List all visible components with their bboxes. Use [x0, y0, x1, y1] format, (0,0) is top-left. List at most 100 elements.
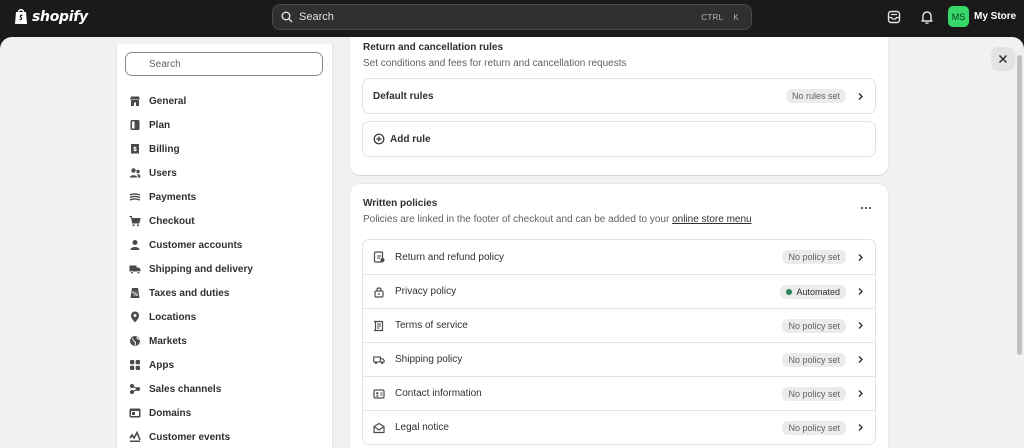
returns-card-title: Return and cancellation rules — [363, 42, 504, 53]
policy-label: Return and refund policy — [395, 251, 504, 263]
plan-icon — [130, 120, 140, 130]
add-rule-button[interactable]: Add rule — [363, 122, 875, 156]
billing-icon: $ — [131, 144, 139, 154]
truck-icon — [129, 265, 141, 275]
sidebar-item-label: Users — [149, 167, 177, 179]
sidebar-item-label: Checkout — [149, 215, 195, 227]
chevron-right-icon — [858, 390, 863, 397]
close-settings-button[interactable] — [991, 47, 1015, 71]
status-badge: No policy set — [782, 250, 846, 264]
online-store-menu-link[interactable]: online store menu — [672, 214, 752, 225]
truck-icon — [373, 355, 385, 364]
policy-row-terms[interactable]: Terms of service No policy set — [363, 308, 875, 342]
payments-icon — [129, 193, 141, 201]
global-search-placeholder: Search — [299, 11, 334, 23]
sidebar-item-label: Shipping and delivery — [149, 263, 253, 275]
policy-label: Privacy policy — [395, 286, 457, 297]
sidebar-item-domains[interactable]: Domains — [129, 401, 324, 425]
sidebar-item-label: Customer events — [149, 431, 231, 443]
status-badge: No policy set — [782, 352, 846, 367]
sidebar-item-taxes[interactable]: % Taxes and duties — [129, 281, 324, 305]
sidebar-item-billing[interactable]: $ Billing — [129, 137, 324, 161]
sidebar-item-label: Billing — [149, 143, 180, 155]
policies-card-description: Policies are linked in the footer of che… — [363, 214, 752, 225]
shortcut-ctrl: CTRL — [701, 12, 724, 22]
shopify-logo[interactable]: shopify — [14, 8, 88, 25]
person-icon — [130, 240, 140, 250]
sidebar-item-apps[interactable]: Apps — [129, 353, 324, 377]
sidebar-item-general[interactable]: General — [129, 89, 324, 113]
chevron-right-icon — [858, 253, 863, 261]
apps-icon — [130, 360, 140, 370]
policy-label: Legal notice — [395, 422, 449, 433]
location-icon — [131, 311, 139, 323]
policy-row-privacy[interactable]: Privacy policy Automated — [363, 274, 875, 308]
shopify-bag-icon — [15, 9, 27, 24]
sidebar-item-label: Domains — [149, 407, 192, 419]
more-horizontal-icon[interactable] — [860, 206, 872, 210]
channels-icon — [130, 384, 140, 394]
cart-icon — [129, 216, 141, 227]
sidebar-item-shipping[interactable]: Shipping and delivery — [129, 257, 324, 281]
sidebar-item-customer-events[interactable]: Customer events — [129, 425, 324, 448]
policies-description-text: Policies are linked in the footer of che… — [363, 214, 670, 225]
sidebar-item-label: Locations — [149, 311, 197, 323]
written-policies-card: Written policies Policies are linked in … — [350, 184, 888, 448]
globe-icon — [130, 336, 140, 346]
returns-card-description: Set conditions and fees for return and c… — [363, 58, 627, 69]
tax-icon: % — [130, 288, 140, 298]
events-icon — [129, 431, 141, 442]
settings-nav: General Plan $ Billing Users Payments Ch… — [129, 89, 324, 448]
settings-sidebar: Search General Plan $ Billing Users Paym… — [116, 44, 333, 448]
sidebar-item-label: Customer accounts — [149, 239, 243, 251]
settings-search-input[interactable]: Search — [125, 52, 323, 76]
sidebar-item-users[interactable]: Users — [129, 161, 324, 185]
sidebar-item-locations[interactable]: Locations — [129, 305, 324, 329]
policy-label: Terms of service — [395, 320, 468, 331]
return-policy-icon — [373, 251, 385, 263]
chevron-right-icon — [858, 424, 863, 431]
chevron-right-icon — [858, 322, 863, 329]
svg-text:%: % — [132, 291, 138, 298]
close-icon — [998, 54, 1008, 64]
policy-row-legal[interactable]: Legal notice No policy set — [363, 410, 875, 444]
store-menu-button[interactable]: MS My Store — [948, 6, 1016, 27]
envelope-icon — [373, 422, 385, 433]
returns-card: Return and cancellation rules Set condit… — [350, 37, 888, 175]
shortcut-key: K — [733, 12, 739, 22]
sidebar-item-payments[interactable]: Payments — [129, 185, 324, 209]
store-icon — [130, 96, 140, 106]
terms-icon — [374, 320, 384, 331]
sidebar-item-label: Taxes and duties — [149, 287, 230, 299]
svg-text:$: $ — [133, 146, 137, 153]
lock-icon — [374, 286, 384, 298]
sidebar-item-checkout[interactable]: Checkout — [129, 209, 324, 233]
sidebar-item-label: Apps — [149, 359, 174, 371]
inbox-icon[interactable] — [886, 9, 902, 25]
default-rules-row[interactable]: Default rules No rules set — [363, 79, 875, 113]
chevron-right-icon — [858, 356, 863, 363]
bell-icon[interactable] — [919, 9, 935, 25]
global-search-bar[interactable]: Search CTRL K — [272, 4, 752, 30]
default-rules-box: Default rules No rules set — [362, 78, 876, 114]
status-badge: Automated — [780, 284, 846, 299]
policy-row-shipping[interactable]: Shipping policy No policy set — [363, 342, 875, 376]
policy-row-contact[interactable]: Contact information No policy set — [363, 376, 875, 410]
sidebar-item-plan[interactable]: Plan — [129, 113, 324, 137]
store-name: My Store — [974, 11, 1017, 22]
policy-row-return-refund[interactable]: Return and refund policy No policy set — [363, 240, 875, 274]
settings-search-placeholder: Search — [149, 58, 181, 70]
search-icon — [281, 11, 293, 23]
chevron-right-icon — [858, 92, 863, 100]
sidebar-item-customer-accounts[interactable]: Customer accounts — [129, 233, 324, 257]
settings-panel: Search General Plan $ Billing Users Paym… — [0, 37, 1024, 448]
page-scrollbar[interactable] — [1017, 55, 1022, 355]
status-badge: No policy set — [782, 318, 846, 333]
policy-label: Contact information — [395, 388, 482, 399]
sidebar-item-sales-channels[interactable]: Sales channels — [129, 377, 324, 401]
top-bar: shopify Search CTRL K MS My Store — [0, 0, 1024, 36]
status-badge: No rules set — [785, 89, 846, 103]
sidebar-item-markets[interactable]: Markets — [129, 329, 324, 353]
avatar: MS — [948, 6, 969, 27]
add-rule-box: Add rule — [362, 121, 876, 157]
